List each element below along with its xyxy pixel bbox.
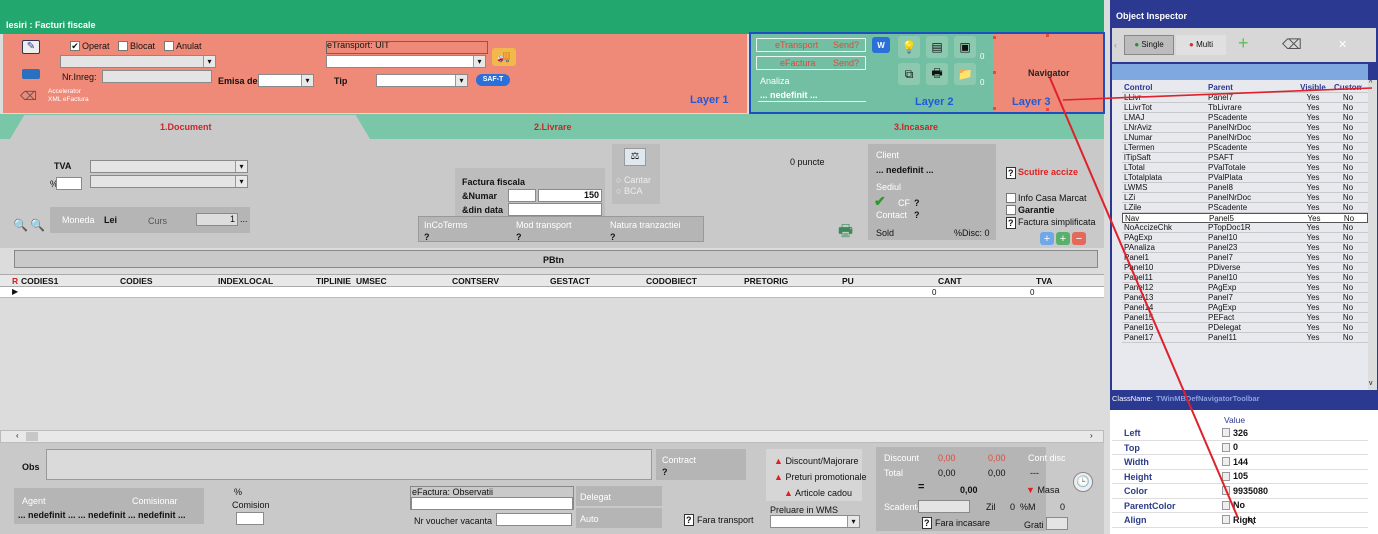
annotation-arrow [1049, 77, 1373, 519]
mouse-cursor-icon: ↖ [1246, 514, 1257, 528]
